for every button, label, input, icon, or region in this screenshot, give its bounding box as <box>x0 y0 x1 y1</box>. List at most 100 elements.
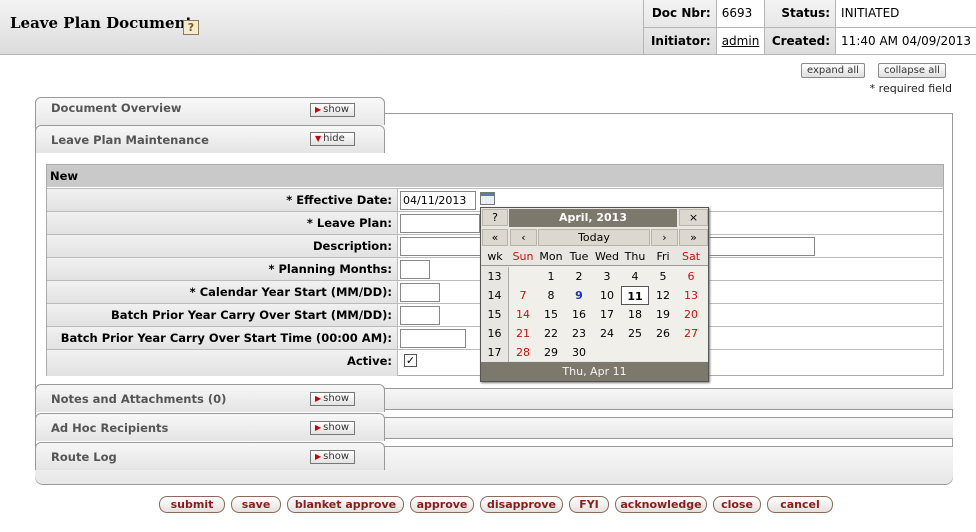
calendar-day[interactable]: 25 <box>621 324 649 343</box>
document-overview-show-button[interactable]: ▶ show <box>310 103 355 117</box>
route-log-show-button[interactable]: ▶ show <box>310 450 355 464</box>
calendar-help-button[interactable]: ? <box>482 209 508 226</box>
calendar-year-start-input[interactable] <box>400 283 440 302</box>
calendar-selected-date: Thu, Apr 11 <box>481 362 708 381</box>
doc-nbr-label: Doc Nbr: <box>643 0 717 28</box>
batch-prior-start-label: Batch Prior Year Carry Over Start (MM/DD… <box>47 304 398 326</box>
collapse-all-button[interactable]: collapse all <box>878 63 946 78</box>
prev-month-button[interactable]: ‹ <box>510 229 537 246</box>
week-number: 17 <box>481 343 509 362</box>
calendar-day[interactable]: 21 <box>509 324 537 343</box>
calendar-day[interactable]: 10 <box>593 286 621 305</box>
calendar-day[interactable]: 6 <box>677 267 705 286</box>
calendar-day-headers: wk Sun Mon Tue Wed Thu Fri Sat <box>481 247 708 266</box>
calendar-day[interactable]: 23 <box>565 324 593 343</box>
calendar-day[interactable]: 14 <box>509 305 537 324</box>
calendar-day[interactable]: 20 <box>677 305 705 324</box>
acknowledge-button[interactable]: acknowledge <box>615 496 707 513</box>
blanket-approve-button[interactable]: blanket approve <box>287 496 404 513</box>
arrow-right-icon: ▶ <box>315 423 322 432</box>
submit-button[interactable]: submit <box>159 496 225 513</box>
calendar-day[interactable]: 3 <box>593 267 621 286</box>
calendar-day[interactable]: 28 <box>509 343 537 362</box>
status-value: INITIATED <box>835 0 976 28</box>
notes-show-button[interactable]: ▶ show <box>310 392 355 406</box>
next-month-button[interactable]: › <box>651 229 678 246</box>
calendar-icon[interactable] <box>480 192 495 205</box>
tab-notes-label: Notes and Attachments (0) <box>51 392 227 406</box>
calendar-day[interactable]: 16 <box>565 305 593 324</box>
today-button[interactable]: Today <box>538 229 650 246</box>
calendar-day[interactable]: 17 <box>593 305 621 324</box>
prev-year-button[interactable]: « <box>482 229 508 246</box>
calendar-day[interactable]: 27 <box>677 324 705 343</box>
approve-button[interactable]: approve <box>410 496 474 513</box>
next-year-button[interactable]: » <box>679 229 708 246</box>
calendar-day <box>677 343 705 362</box>
calendar-day <box>593 343 621 362</box>
batch-prior-time-label: Batch Prior Year Carry Over Start Time (… <box>47 327 398 349</box>
calendar-day[interactable]: 12 <box>649 286 677 305</box>
calendar-day[interactable]: 18 <box>621 305 649 324</box>
calendar-day <box>509 267 537 286</box>
calendar-day[interactable]: 2 <box>565 267 593 286</box>
help-icon[interactable]: ? <box>183 20 199 35</box>
page-title: Leave Plan Document <box>10 14 193 32</box>
calendar-day[interactable]: 13 <box>677 286 705 305</box>
day-header: Fri <box>656 250 670 263</box>
initiator-link[interactable]: admin <box>722 34 760 48</box>
required-field-note: * required field <box>869 82 952 95</box>
calendar-day[interactable]: 8 <box>537 286 565 305</box>
calendar-day[interactable]: 24 <box>593 324 621 343</box>
leave-plan-input[interactable] <box>400 214 480 233</box>
day-header: Mon <box>539 250 563 263</box>
section-title: New <box>47 165 943 187</box>
calendar-day[interactable]: 5 <box>649 267 677 286</box>
arrow-right-icon: ▶ <box>315 394 322 403</box>
week-number: 15 <box>481 305 509 324</box>
batch-prior-start-input[interactable] <box>400 306 440 325</box>
calendar-day[interactable]: 15 <box>537 305 565 324</box>
calendar-day[interactable]: 29 <box>537 343 565 362</box>
calendar-day[interactable]: 30 <box>565 343 593 362</box>
active-checkbox[interactable]: ✓ <box>404 354 417 367</box>
calendar-close-button[interactable]: × <box>679 209 708 226</box>
batch-prior-time-input[interactable] <box>400 329 466 348</box>
ad-hoc-show-button[interactable]: ▶ show <box>310 421 355 435</box>
calendar-month-title[interactable]: April, 2013 <box>509 209 677 227</box>
calendar-day[interactable]: 26 <box>649 324 677 343</box>
fyi-button[interactable]: FYI <box>569 496 609 513</box>
day-header: Sat <box>681 250 701 263</box>
day-header: Wed <box>595 250 619 263</box>
calendar-day[interactable]: 9 <box>565 286 593 305</box>
arrow-right-icon: ▶ <box>315 105 322 114</box>
leave-plan-maintenance-hide-button[interactable]: ▼ hide <box>310 132 355 146</box>
week-number: 16 <box>481 324 509 343</box>
leave-plan-label: * Leave Plan: <box>47 212 398 234</box>
arrow-down-icon: ▼ <box>315 134 322 143</box>
disapprove-button[interactable]: disapprove <box>480 496 563 513</box>
date-picker-popup: ? April, 2013 × « ‹ Today › » wk Sun Mon… <box>480 207 709 382</box>
created-label: Created: <box>764 27 836 55</box>
calendar-year-start-label: * Calendar Year Start (MM/DD): <box>47 281 398 303</box>
effective-date-input[interactable] <box>400 191 476 210</box>
expand-all-button[interactable]: expand all <box>801 63 865 78</box>
tab-leave-plan-maintenance-label: Leave Plan Maintenance <box>51 133 209 147</box>
action-button-bar: submit save blanket approve approve disappro… <box>0 496 976 514</box>
day-header: wk <box>487 250 503 263</box>
arrow-right-icon: ▶ <box>315 452 322 461</box>
description-label: Description: <box>47 235 398 257</box>
calendar-day[interactable]: 1 <box>537 267 565 286</box>
calendar-day <box>649 343 677 362</box>
calendar-day[interactable]: 4 <box>621 267 649 286</box>
calendar-day[interactable]: 11 <box>621 286 649 305</box>
day-header: Thu <box>624 250 646 263</box>
planning-months-input[interactable] <box>400 260 430 279</box>
save-button[interactable]: save <box>231 496 281 513</box>
close-button[interactable]: close <box>713 496 761 513</box>
calendar-day[interactable]: 7 <box>509 286 537 305</box>
tab-document-overview-label: Document Overview <box>51 101 182 115</box>
cancel-button[interactable]: cancel <box>767 496 833 513</box>
calendar-day[interactable]: 19 <box>649 305 677 324</box>
calendar-day[interactable]: 22 <box>537 324 565 343</box>
